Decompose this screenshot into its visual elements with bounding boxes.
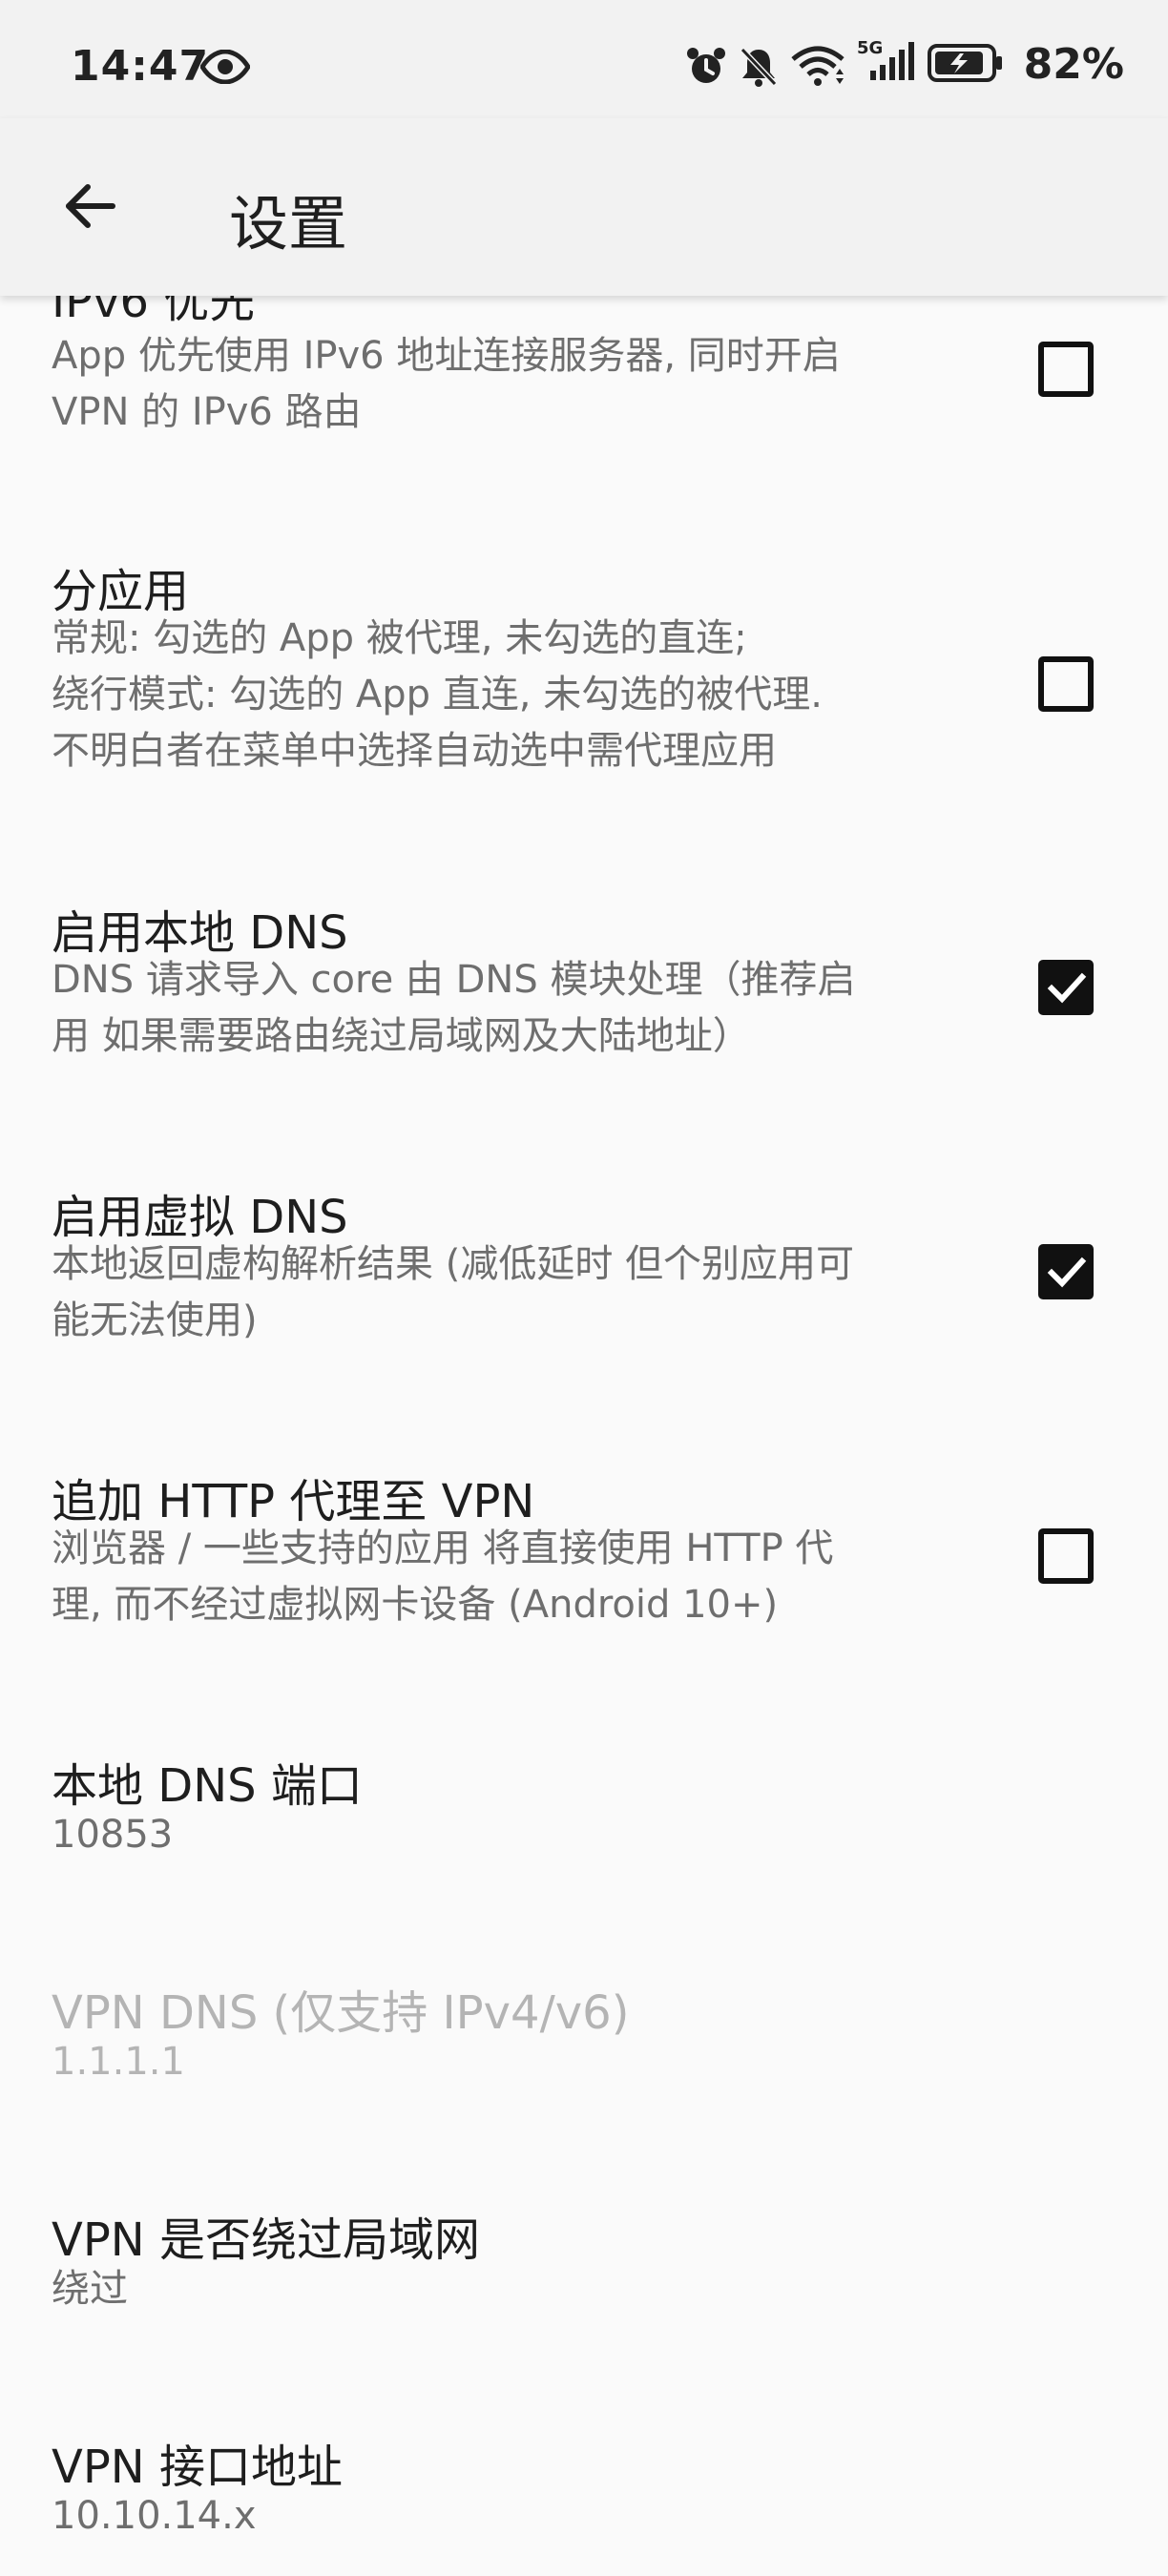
pref-vpn-bypass-lan[interactable]: VPN 是否绕过局域网 绕过: [0, 2183, 1168, 2374]
status-time: 14:47: [71, 42, 210, 91]
battery-percent: 82%: [1023, 40, 1124, 89]
pref-checkbox-fake-dns[interactable]: [1038, 1244, 1094, 1299]
pref-title: 本地 DNS 端口: [52, 1759, 363, 1813]
app-bar: 设置: [0, 118, 1168, 296]
pref-summary: 本地返回虚构解析结果 (减低延时 但个别应用可 能无法使用): [52, 1242, 855, 1342]
pref-checkbox-per-app-proxy[interactable]: [1038, 656, 1094, 712]
pref-title: VPN 接口地址: [52, 2441, 343, 2494]
arrow-back-icon: [66, 184, 115, 228]
pref-summary: App 优先使用 IPv6 地址连接服务器, 同时开启 VPN 的 IPv6 路…: [52, 334, 841, 434]
pref-summary: 1.1.1.1: [52, 2040, 185, 2084]
pref-checkbox-local-dns[interactable]: [1038, 960, 1094, 1015]
pref-vpn-dns: VPN DNS (仅支持 IPv4/v6) 1.1.1.1: [0, 1956, 1168, 2147]
status-icons: 5G 82%: [685, 38, 1124, 92]
check-icon: [1047, 972, 1087, 1004]
status-bar: 14:47 5G 82%: [0, 0, 1168, 118]
check-icon: [1047, 1257, 1087, 1288]
pref-per-app-proxy[interactable]: 分应用 常规: 勾选的 App 被代理, 未勾选的直连; 绕行模式: 勾选的 A…: [0, 525, 1168, 840]
eye-icon: [199, 49, 251, 88]
wifi-icon: [790, 46, 845, 92]
pref-summary: 10.10.14.x: [52, 2494, 257, 2538]
pref-summary: 常规: 勾选的 App 被代理, 未勾选的直连; 绕行模式: 勾选的 App 直…: [52, 616, 823, 773]
pref-summary: DNS 请求导入 core 由 DNS 模块处理（推荐启 用 如果需要路由绕过局…: [52, 958, 856, 1058]
pref-vpn-interface-address[interactable]: VPN 接口地址 10.10.14.x: [0, 2410, 1168, 2576]
settings-screen: 14:47 5G 82% 设置 IPv6 优先 App 优先使用 IPv6 地址…: [0, 0, 1168, 2576]
back-button[interactable]: [50, 166, 130, 246]
pref-summary: 绕过: [52, 2267, 128, 2311]
pref-summary: 10853: [52, 1813, 174, 1857]
bell-off-icon: [739, 46, 779, 92]
alarm-icon: [685, 46, 727, 92]
pref-append-http-proxy[interactable]: 追加 HTTP 代理至 VPN 浏览器 / 一些支持的应用 将直接使用 HTTP…: [0, 1439, 1168, 1687]
page-title: 设置: [229, 189, 348, 259]
pref-summary: 浏览器 / 一些支持的应用 将直接使用 HTTP 代 理, 而不经过虚拟网卡设备…: [52, 1527, 834, 1627]
svg-text:5G: 5G: [857, 38, 883, 58]
signal-5g-icon: 5G: [857, 36, 916, 88]
pref-local-dns[interactable]: 启用本地 DNS DNS 请求导入 core 由 DNS 模块处理（推荐启 用 …: [0, 868, 1168, 1116]
pref-checkbox-ipv6-priority[interactable]: [1038, 342, 1094, 397]
pref-checkbox-append-http-proxy[interactable]: [1038, 1528, 1094, 1584]
pref-fake-dns[interactable]: 启用虚拟 DNS 本地返回虚构解析结果 (减低延时 但个别应用可 能无法使用): [0, 1154, 1168, 1402]
pref-local-dns-port[interactable]: 本地 DNS 端口 10853: [0, 1727, 1168, 1918]
pref-title: VPN DNS (仅支持 IPv4/v6): [52, 1986, 630, 2040]
pref-title: VPN 是否绕过局域网: [52, 2213, 480, 2267]
battery-charging-icon: [928, 44, 1004, 86]
